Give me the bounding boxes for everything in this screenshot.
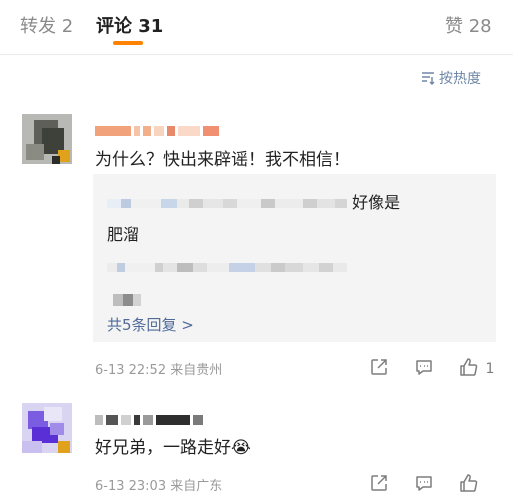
tab-likes[interactable]: 赞 28 xyxy=(445,12,492,38)
comment-icon[interactable] xyxy=(415,358,433,380)
tab-comments[interactable]: 评论 31 xyxy=(96,12,163,38)
username-redacted[interactable] xyxy=(95,121,222,140)
tab-reposts-count: 2 xyxy=(61,16,74,37)
like-icon xyxy=(459,358,479,377)
reply-item[interactable]: 好像是 xyxy=(107,189,400,213)
active-tab-indicator xyxy=(113,41,143,45)
tab-reposts[interactable]: 转发 2 xyxy=(20,12,73,38)
tabs-divider xyxy=(0,54,513,55)
sort-label: 按热度 xyxy=(439,71,481,87)
sort-icon xyxy=(421,71,435,89)
like-button[interactable]: 1 xyxy=(459,357,494,377)
comment-meta: 6-13 23:03 来自广东 xyxy=(95,475,222,494)
reply-blurred-line xyxy=(113,289,141,308)
more-replies-link[interactable]: 共5条回复 > xyxy=(107,314,194,335)
comment-location: 来自贵州 xyxy=(170,363,223,378)
tab-comments-count: 31 xyxy=(138,16,164,37)
tab-comments-label: 评论 xyxy=(96,16,132,37)
tab-likes-count: 28 xyxy=(468,16,492,37)
comment-icon[interactable] xyxy=(415,474,433,496)
comment-text: 好兄弟，一路走好😭 xyxy=(95,438,251,458)
reply-second-line: 肥溜 xyxy=(107,225,140,244)
username-redacted[interactable] xyxy=(95,410,206,429)
reply-visible-text: 好像是 xyxy=(352,193,401,212)
like-count: 1 xyxy=(485,361,495,377)
like-button[interactable] xyxy=(459,473,479,497)
like-icon xyxy=(459,474,479,497)
avatar[interactable] xyxy=(22,403,72,453)
share-icon[interactable] xyxy=(370,474,388,496)
sort-button[interactable]: 按热度 xyxy=(421,68,481,89)
share-icon[interactable] xyxy=(370,358,388,380)
tab-reposts-label: 转发 xyxy=(20,16,56,37)
comment-time: 6-13 22:52 xyxy=(95,363,167,378)
avatar[interactable] xyxy=(22,114,72,164)
comment-meta: 6-13 22:52 来自贵州 xyxy=(95,359,222,378)
comment-location: 来自广东 xyxy=(170,479,223,494)
comment-time: 6-13 23:03 xyxy=(95,479,167,494)
tab-likes-label: 赞 xyxy=(445,16,463,37)
comment-text: 为什么？快出来辟谣！我不相信！ xyxy=(95,150,350,170)
reply-item[interactable] xyxy=(107,257,347,276)
